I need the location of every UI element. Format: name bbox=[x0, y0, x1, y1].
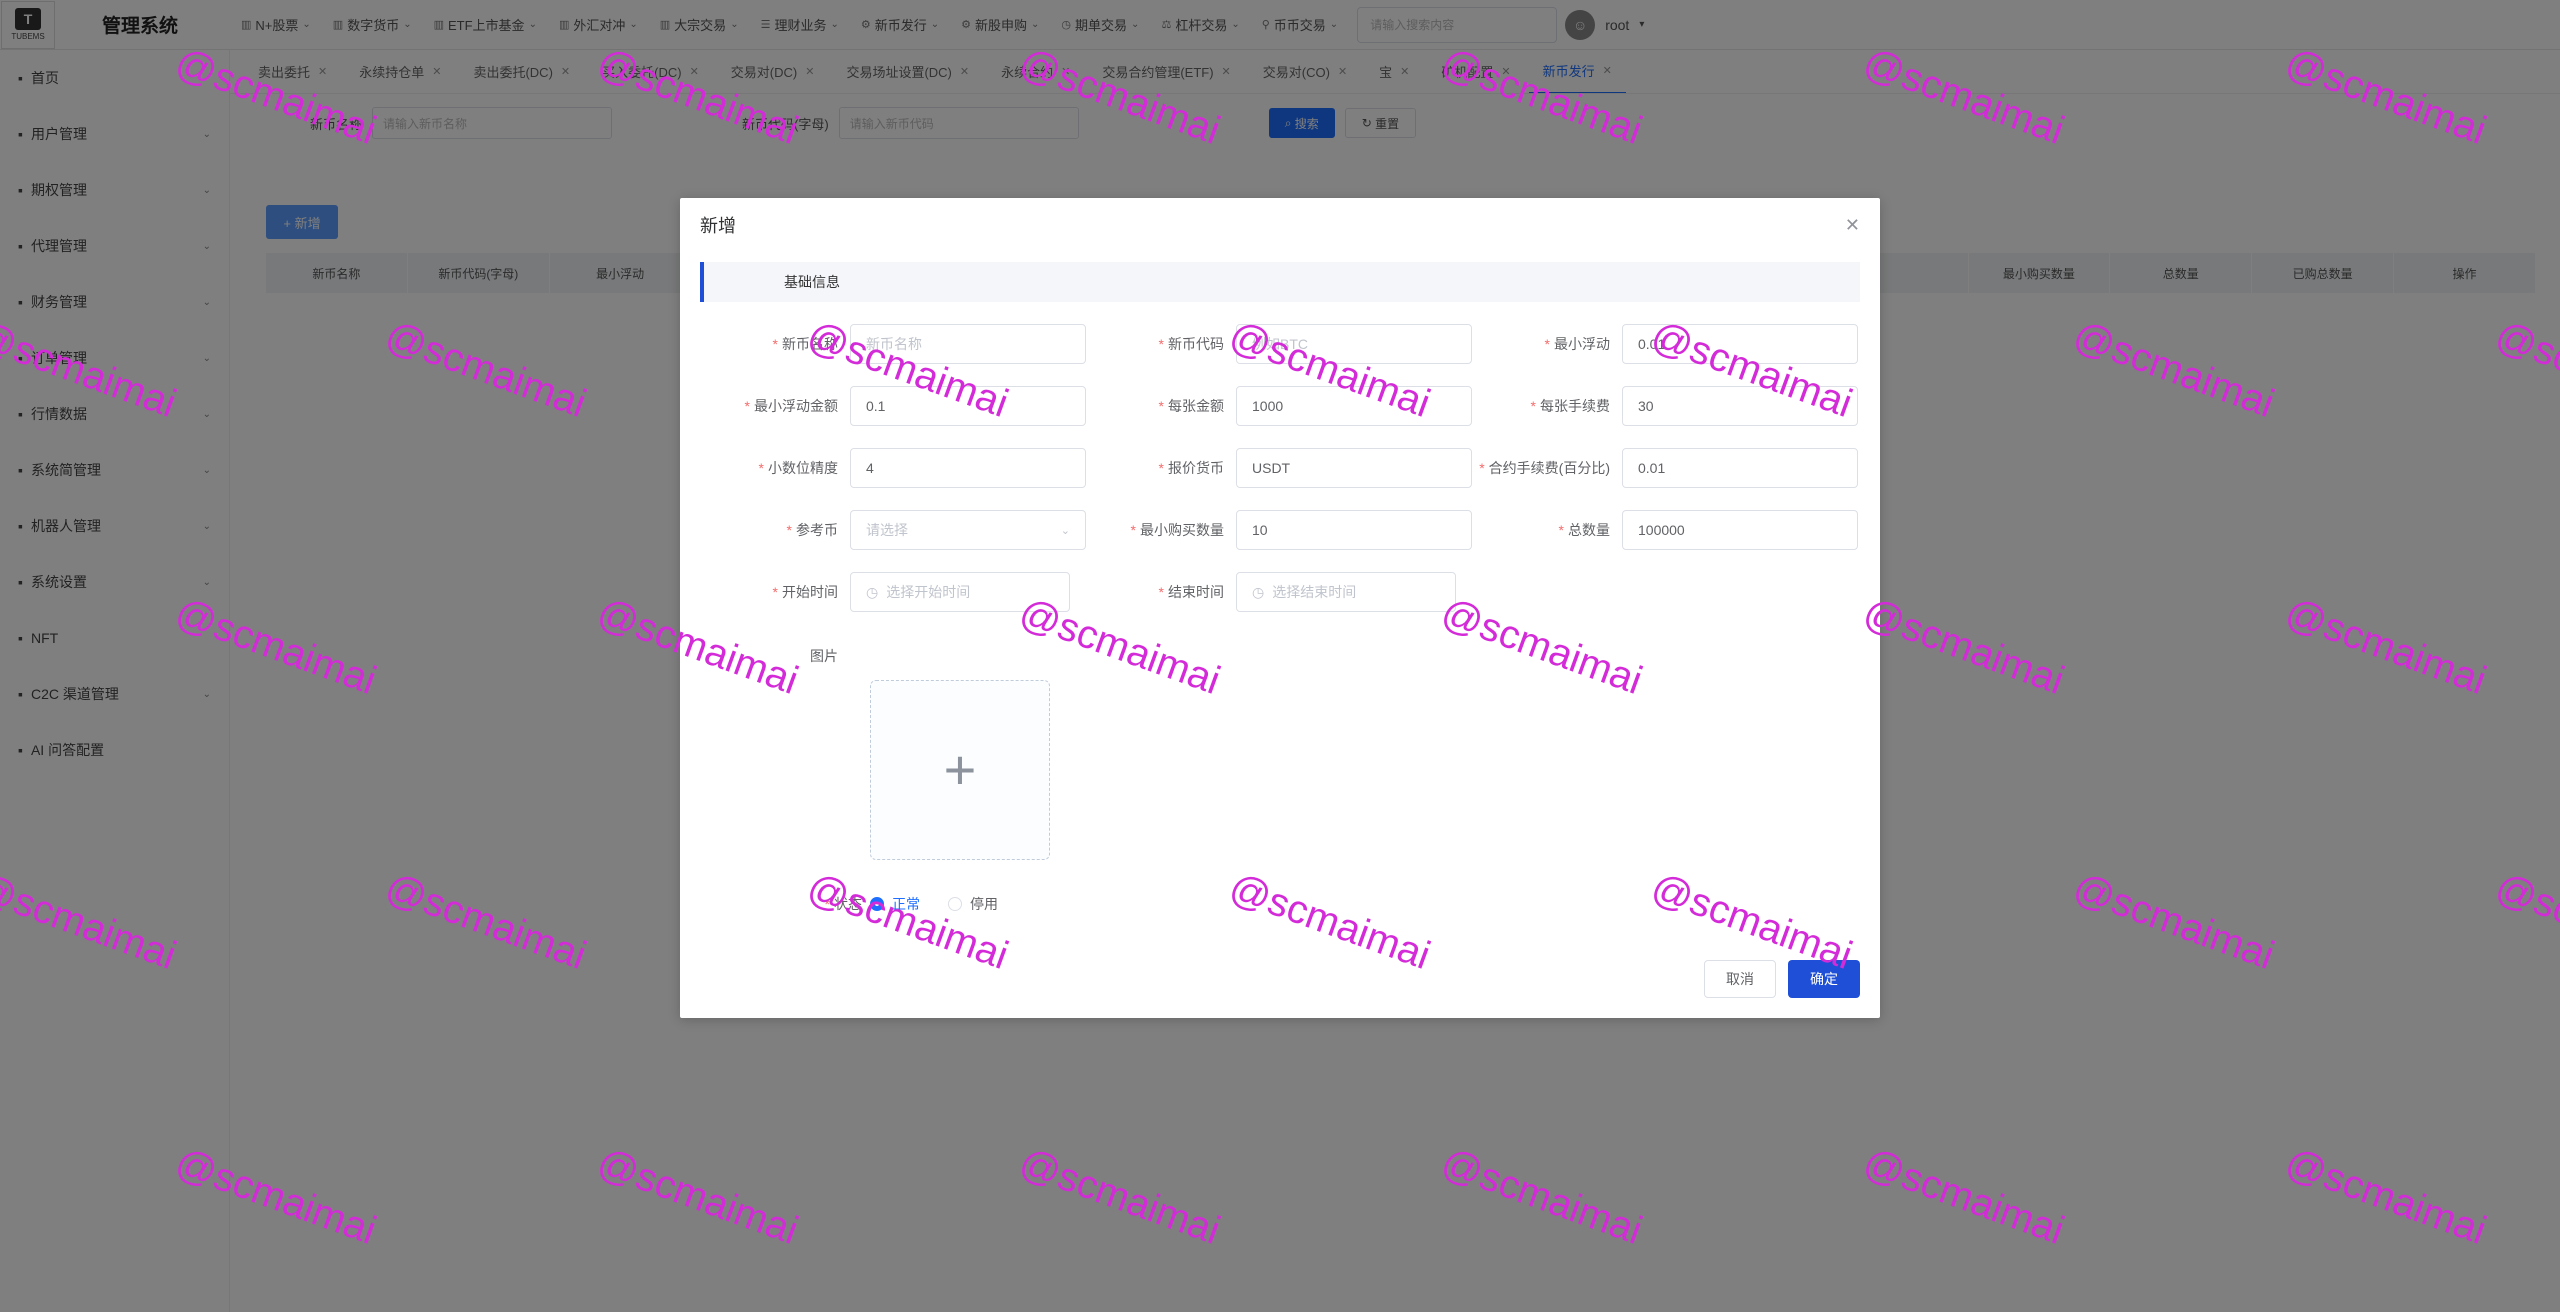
close-icon[interactable]: ✕ bbox=[1845, 215, 1860, 236]
end-time-picker[interactable]: ◷ 选择结束时间 bbox=[1236, 572, 1456, 612]
confirm-button[interactable]: 确定 bbox=[1788, 960, 1860, 998]
per-fee-input[interactable]: 30 bbox=[1622, 386, 1858, 426]
field-quote-currency: * 报价货币 USDT bbox=[1086, 448, 1472, 488]
dialog-title: 新增 bbox=[700, 216, 736, 236]
min-float-input[interactable]: 0.01 bbox=[1622, 324, 1858, 364]
add-form: * 新币名称 新币名称 * 新币代码 例如BTC * 最小浮动 0.01 * 最小浮动金… bbox=[700, 302, 1860, 912]
field-min-buy-qty: * 最小购买数量 10 bbox=[1086, 510, 1472, 550]
image-upload[interactable]: + bbox=[870, 680, 1050, 860]
field-coin-name: * 新币名称 新币名称 bbox=[700, 324, 1086, 364]
total-qty-input[interactable]: 100000 bbox=[1622, 510, 1858, 550]
field-total-qty: * 总数量 100000 bbox=[1472, 510, 1858, 550]
plus-icon: + bbox=[943, 738, 977, 801]
section-basic-info: 基础信息 bbox=[700, 262, 1860, 302]
start-time-picker[interactable]: ◷ 选择开始时间 bbox=[850, 572, 1070, 612]
field-per-fee: * 每张手续费 30 bbox=[1472, 386, 1858, 426]
per-amount-input[interactable]: 1000 bbox=[1236, 386, 1472, 426]
image-label: 图片 bbox=[810, 648, 838, 664]
field-coin-code: * 新币代码 例如BTC bbox=[1086, 324, 1472, 364]
contract-fee-input[interactable]: 0.01 bbox=[1622, 448, 1858, 488]
coin-code-input[interactable]: 例如BTC bbox=[1236, 324, 1472, 364]
dialog-footer: 取消 确定 bbox=[1704, 960, 1860, 998]
min-float-amount-input[interactable]: 0.1 bbox=[850, 386, 1086, 426]
min-buy-qty-input[interactable]: 10 bbox=[1236, 510, 1472, 550]
field-start-time: * 开始时间 ◷ 选择开始时间 bbox=[700, 572, 1070, 612]
quote-currency-input[interactable]: USDT bbox=[1236, 448, 1472, 488]
field-contract-fee: * 合约手续费(百分比) 0.01 bbox=[1472, 448, 1858, 488]
status-radio-disabled[interactable]: 停用 bbox=[948, 894, 998, 914]
status-radio-normal[interactable]: 正常 bbox=[870, 894, 920, 914]
field-min-float: * 最小浮动 0.01 bbox=[1472, 324, 1858, 364]
cancel-button[interactable]: 取消 bbox=[1704, 960, 1776, 998]
chevron-down-icon: ⌄ bbox=[1060, 524, 1070, 537]
field-reference-coin: * 参考币 请选择 ⌄ bbox=[700, 510, 1086, 550]
field-decimal-precision: * 小数位精度 4 bbox=[700, 448, 1086, 488]
field-end-time: * 结束时间 ◷ 选择结束时间 bbox=[1086, 572, 1456, 612]
clock-icon: ◷ bbox=[866, 583, 879, 600]
decimal-precision-input[interactable]: 4 bbox=[850, 448, 1086, 488]
clock-icon: ◷ bbox=[1252, 583, 1265, 600]
add-dialog: 新增 ✕ 基础信息 * 新币名称 新币名称 * 新币代码 例如BTC * 最小浮动 0… bbox=[680, 198, 1880, 1018]
field-per-amount: * 每张金额 1000 bbox=[1086, 386, 1472, 426]
coin-name-input[interactable]: 新币名称 bbox=[850, 324, 1086, 364]
field-image: 图片 bbox=[700, 636, 850, 676]
reference-coin-select[interactable]: 请选择 ⌄ bbox=[850, 510, 1086, 550]
field-status: * 状态 正常 停用 bbox=[824, 894, 998, 914]
field-min-float-amount: * 最小浮动金额 0.1 bbox=[700, 386, 1086, 426]
